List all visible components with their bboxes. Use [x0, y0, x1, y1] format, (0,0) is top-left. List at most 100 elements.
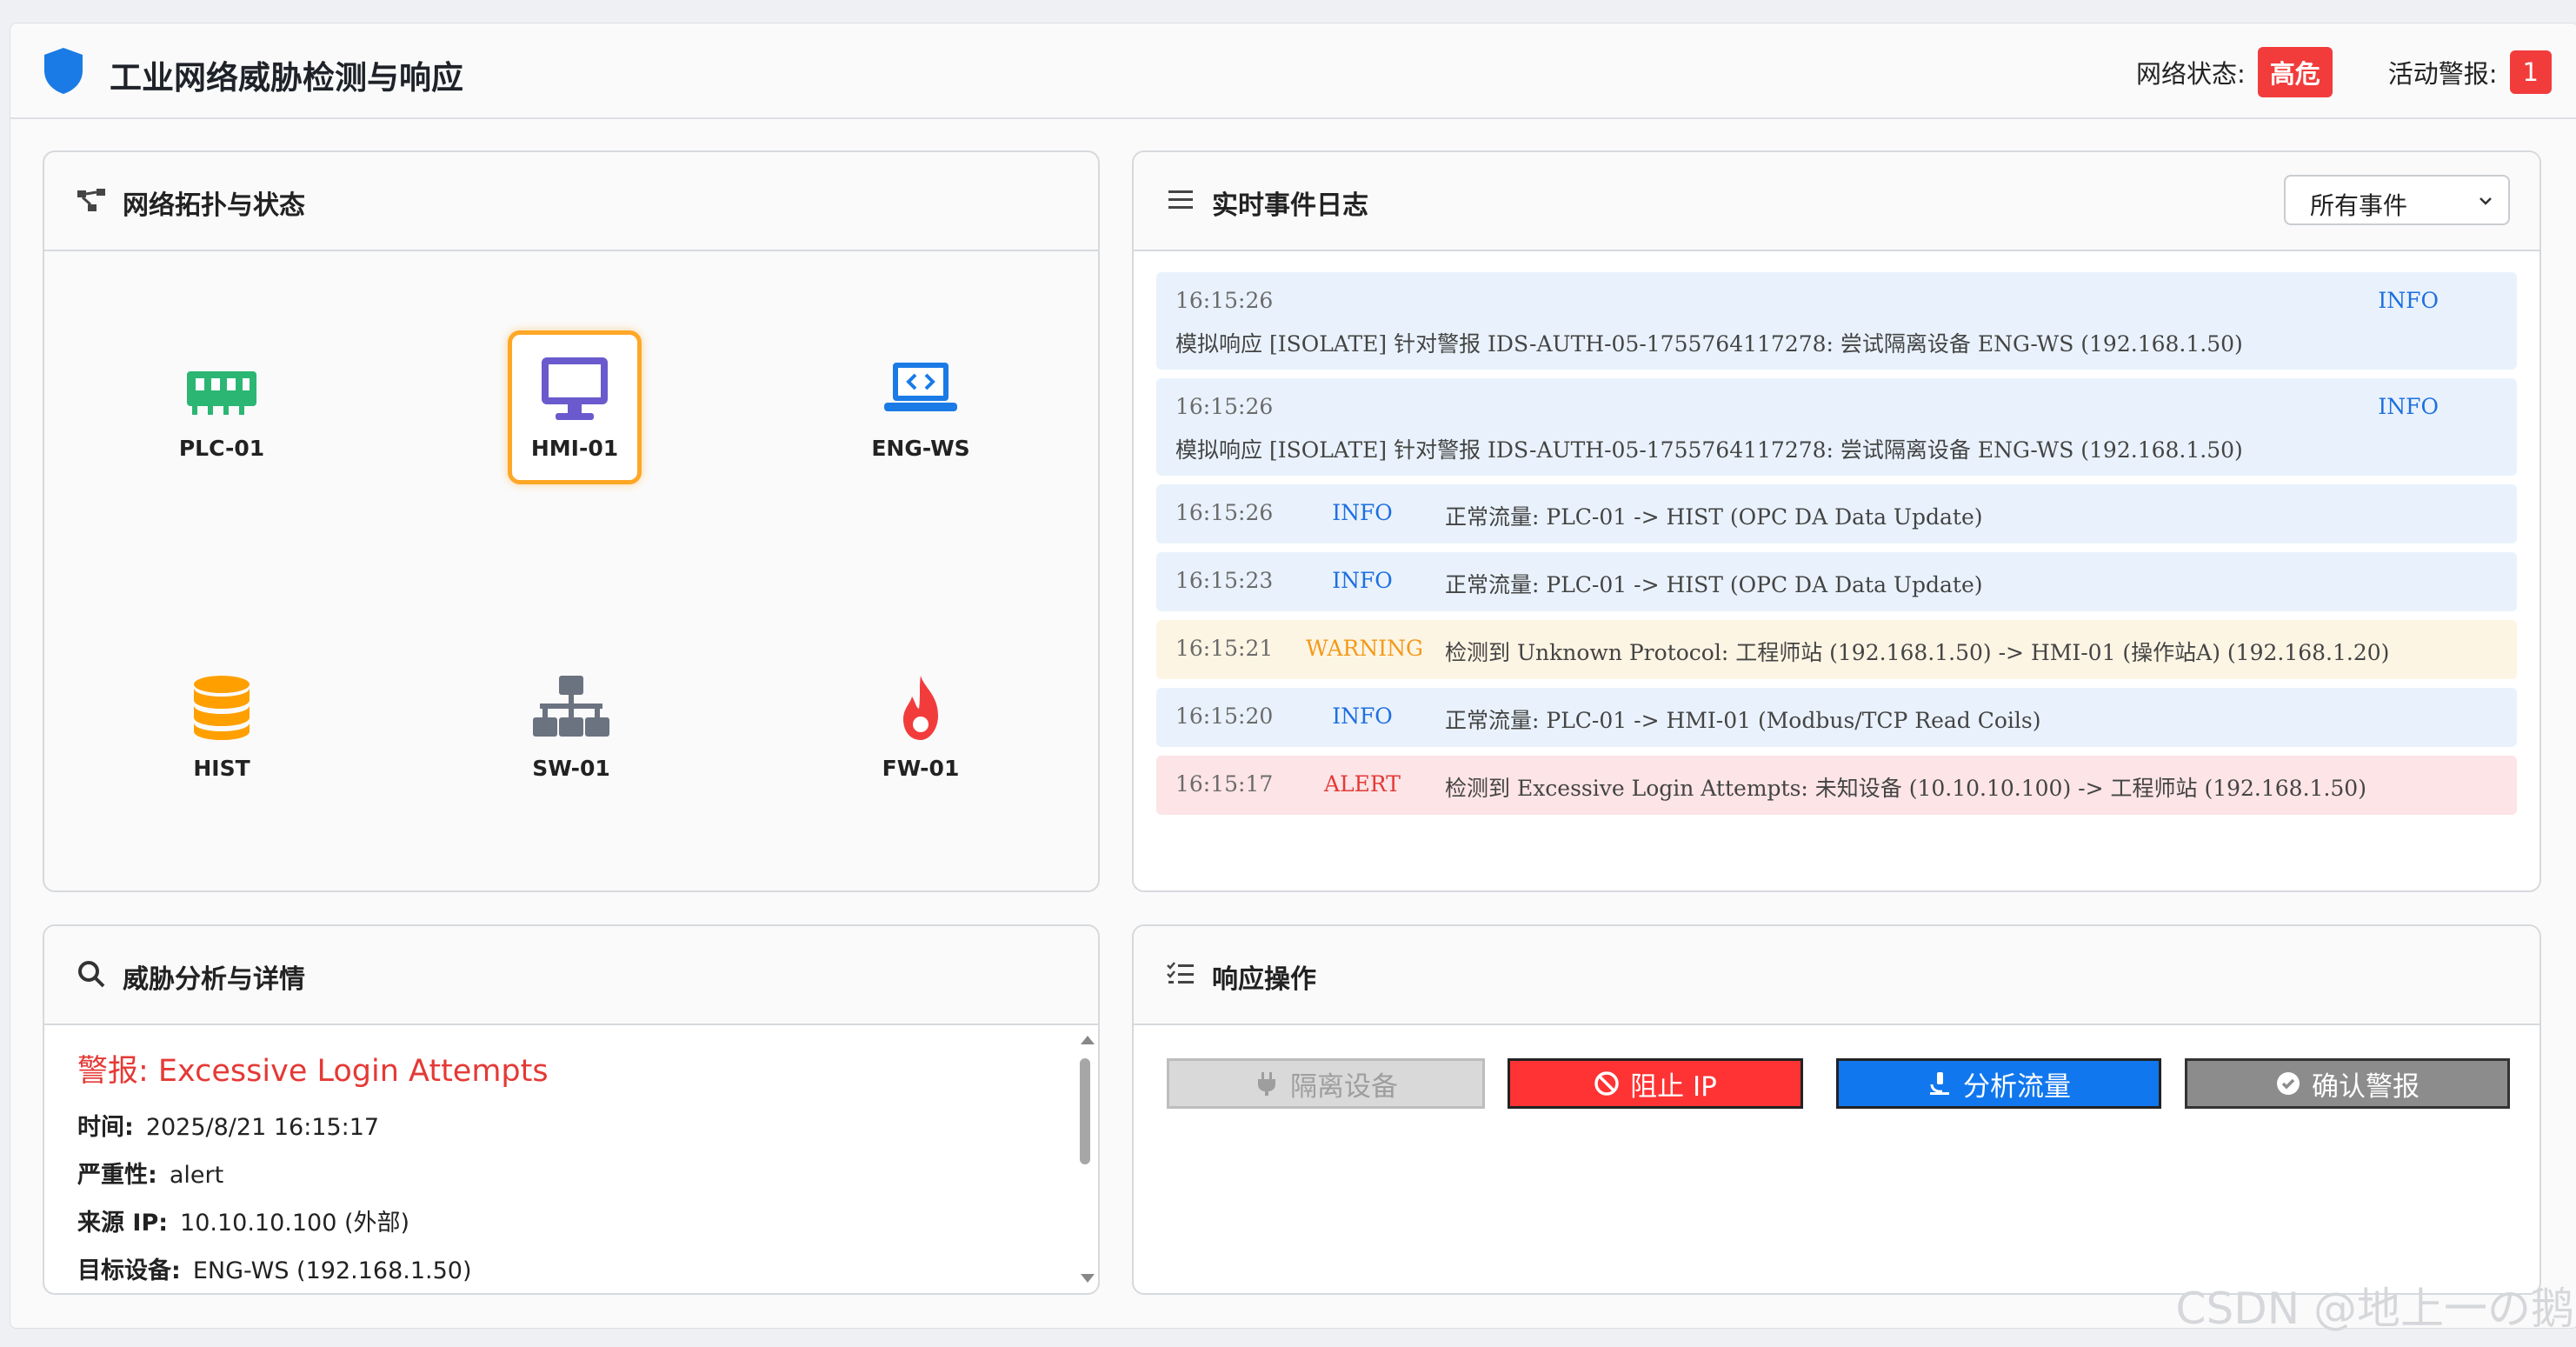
isolate-device-label: 隔离设备	[1290, 1070, 1398, 1103]
event-log-list: 16:15:26 INFO 模拟响应 [ISOLATE] 针对警报 IDS-AU…	[1156, 272, 2517, 824]
topology-panel-header: 网络拓扑与状态	[44, 152, 1098, 251]
plug-icon	[1258, 1072, 1275, 1096]
fire-icon	[903, 676, 938, 740]
acknowledge-alert-button[interactable]: 确认警报	[2185, 1058, 2510, 1109]
response-actions: 隔离设备 阻止 IP 分析流量 确认警报	[1167, 1058, 2510, 1109]
topology-panel: 网络拓扑与状态 PLC-01 HMI-01 ENG-WS HIST SW-01 …	[43, 150, 1100, 892]
node-fw-01[interactable]: FW-01	[858, 674, 983, 781]
node-label: ENG-WS	[871, 436, 970, 461]
event-log-header: 实时事件日志 所有事件	[1134, 152, 2539, 251]
log-level: INFO	[1332, 704, 1393, 729]
database-icon	[194, 676, 250, 740]
node-sw-01[interactable]: SW-01	[509, 674, 634, 781]
log-entry[interactable]: 16:15:23 INFO 正常流量: PLC-01 -> HIST (OPC …	[1156, 552, 2517, 611]
log-message: 正常流量: PLC-01 -> HMI-01 (Modbus/TCP Read …	[1445, 708, 2041, 733]
monitor-icon	[542, 357, 608, 420]
acknowledge-alert-label: 确认警报	[2312, 1070, 2420, 1103]
log-level: INFO	[1332, 500, 1393, 525]
laptop-code-icon	[884, 363, 957, 411]
log-message: 正常流量: PLC-01 -> HIST (OPC DA Data Update…	[1445, 572, 1983, 597]
threat-analysis-header: 威胁分析与详情	[44, 926, 1098, 1025]
log-time: 16:15:20	[1175, 704, 1274, 729]
node-label: SW-01	[532, 756, 610, 781]
event-log-panel: 实时事件日志 所有事件 16:15:26 INFO 模拟响应 [ISOLATE]…	[1132, 150, 2541, 892]
app-title: 工业网络威胁检测与响应	[110, 59, 463, 97]
node-hist[interactable]: HIST	[159, 674, 284, 781]
threat-analysis-title: 威胁分析与详情	[123, 964, 305, 995]
network-status-label: 网络状态:	[2135, 59, 2246, 89]
detail-value: 2025/8/21 16:15:17	[145, 1114, 380, 1141]
chevron-down-icon	[2479, 197, 2492, 205]
detail-row-target: 目标设备: ENG-WS (192.168.1.50)	[77, 1251, 1063, 1285]
detail-label: 严重性:	[77, 1162, 157, 1189]
log-time: 16:15:23	[1175, 568, 1274, 593]
analyze-traffic-button[interactable]: 分析流量	[1836, 1058, 2161, 1109]
network-status-badge: 高危	[2257, 47, 2333, 97]
node-label: FW-01	[882, 756, 960, 781]
response-title: 响应操作	[1212, 964, 1316, 995]
node-eng-ws[interactable]: ENG-WS	[858, 354, 983, 461]
detail-label: 来源 IP:	[77, 1210, 169, 1237]
app-header: 工业网络威胁检测与响应 网络状态: 高危 活动警报: 1	[10, 23, 2576, 119]
log-entry[interactable]: 16:15:17 ALERT 检测到 Excessive Login Attem…	[1156, 756, 2517, 815]
detail-row-severity: 严重性: alert	[77, 1156, 1063, 1190]
threat-analysis-panel: 威胁分析与详情 警报: Excessive Login Attempts 时间:…	[43, 924, 1100, 1295]
detail-value: alert	[169, 1162, 224, 1189]
log-time: 16:15:26	[1175, 288, 1274, 313]
scroll-thumb[interactable]	[1080, 1058, 1090, 1164]
node-hmi-01[interactable]: HMI-01	[508, 330, 642, 484]
block-ip-button[interactable]: 阻止 IP	[1508, 1058, 1803, 1109]
log-message: 正常流量: PLC-01 -> HIST (OPC DA Data Update…	[1445, 504, 1983, 530]
node-label: PLC-01	[178, 436, 265, 461]
event-log-title: 实时事件日志	[1212, 190, 1368, 221]
log-level: INFO	[2378, 394, 2439, 419]
check-circle-icon	[2277, 1072, 2300, 1095]
node-label: HIST	[193, 756, 250, 781]
alert-title: 警报: Excessive Login Attempts	[77, 1054, 549, 1089]
analyze-traffic-label: 分析流量	[1963, 1070, 2071, 1103]
watermark: CSDN @地上一の鹅	[2175, 1284, 2574, 1334]
detail-label: 时间:	[77, 1114, 134, 1141]
log-level: INFO	[2378, 288, 2439, 313]
log-entry[interactable]: 16:15:26 INFO 模拟响应 [ISOLATE] 针对警报 IDS-AU…	[1156, 272, 2517, 370]
log-time: 16:15:17	[1175, 771, 1274, 797]
shield-icon	[44, 48, 83, 94]
event-filter-value: 所有事件	[2310, 191, 2408, 220]
scroll-up-arrow[interactable]	[1081, 1036, 1095, 1044]
log-message: 检测到 Excessive Login Attempts: 未知设备 (10.1…	[1445, 776, 2366, 801]
scroll-down-arrow[interactable]	[1081, 1274, 1095, 1283]
log-time: 16:15:21	[1175, 636, 1274, 661]
detail-value: ENG-WS (192.168.1.50)	[192, 1257, 472, 1284]
response-panel: 响应操作 隔离设备 阻止 IP 分析流量 确认警报	[1132, 924, 2541, 1295]
node-plc-01[interactable]: PLC-01	[159, 354, 284, 461]
node-label: HMI-01	[530, 436, 619, 461]
log-level: ALERT	[1324, 771, 1401, 797]
log-message: 模拟响应 [ISOLATE] 针对警报 IDS-AUTH-05-17557641…	[1175, 331, 2243, 357]
detail-row-source-ip: 来源 IP: 10.10.10.100 (外部)	[77, 1204, 1063, 1237]
event-filter-select[interactable]: 所有事件	[2284, 175, 2510, 225]
search-icon	[78, 961, 105, 988]
log-entry[interactable]: 16:15:26 INFO 模拟响应 [ISOLATE] 针对警报 IDS-AU…	[1156, 378, 2517, 476]
log-message: 检测到 Unknown Protocol: 工程师站 (192.168.1.50…	[1445, 640, 2390, 665]
detail-row-time: 时间: 2025/8/21 16:15:17	[77, 1108, 1063, 1142]
log-time: 16:15:26	[1175, 394, 1274, 419]
log-entry[interactable]: 16:15:21 WARNING 检测到 Unknown Protocol: 工…	[1156, 620, 2517, 679]
active-alerts-count[interactable]: 1	[2509, 50, 2552, 94]
plc-icon	[187, 371, 256, 415]
topology-title: 网络拓扑与状态	[123, 190, 305, 221]
log-entry[interactable]: 16:15:26 INFO 正常流量: PLC-01 -> HIST (OPC …	[1156, 484, 2517, 543]
active-alerts-label: 活动警报:	[2387, 59, 2498, 89]
microscope-icon	[1930, 1072, 1949, 1095]
list-lines-icon	[1168, 190, 1193, 209]
tasks-icon	[1167, 962, 1194, 984]
threat-scrollbar[interactable]	[1077, 1030, 1095, 1288]
isolate-device-button[interactable]: 隔离设备	[1167, 1058, 1485, 1109]
block-ip-label: 阻止 IP	[1630, 1070, 1717, 1103]
topology-icon	[77, 189, 105, 211]
response-header: 响应操作	[1134, 926, 2539, 1025]
log-time: 16:15:26	[1175, 500, 1274, 525]
log-level: INFO	[1332, 568, 1393, 593]
status-area: 网络状态: 高危 活动警报: 1	[2136, 47, 2552, 97]
log-entry[interactable]: 16:15:20 INFO 正常流量: PLC-01 -> HMI-01 (Mo…	[1156, 688, 2517, 747]
ban-icon	[1594, 1071, 1619, 1096]
